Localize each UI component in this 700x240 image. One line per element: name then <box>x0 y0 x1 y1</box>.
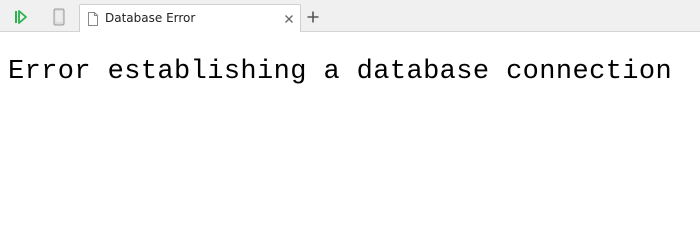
plus-icon[interactable] <box>305 9 321 25</box>
error-heading: Error establishing a database connection <box>8 57 673 87</box>
page-content: Error establishing a database connection <box>0 32 700 202</box>
document-icon <box>87 12 99 26</box>
tab-database-error[interactable]: Database Error <box>79 4 301 32</box>
play-step-icon[interactable] <box>9 6 31 28</box>
tab-title: Database Error <box>105 11 196 25</box>
close-icon[interactable] <box>283 12 295 24</box>
mobile-device-icon[interactable] <box>48 6 70 28</box>
tab-bar: Database Error <box>0 0 700 32</box>
